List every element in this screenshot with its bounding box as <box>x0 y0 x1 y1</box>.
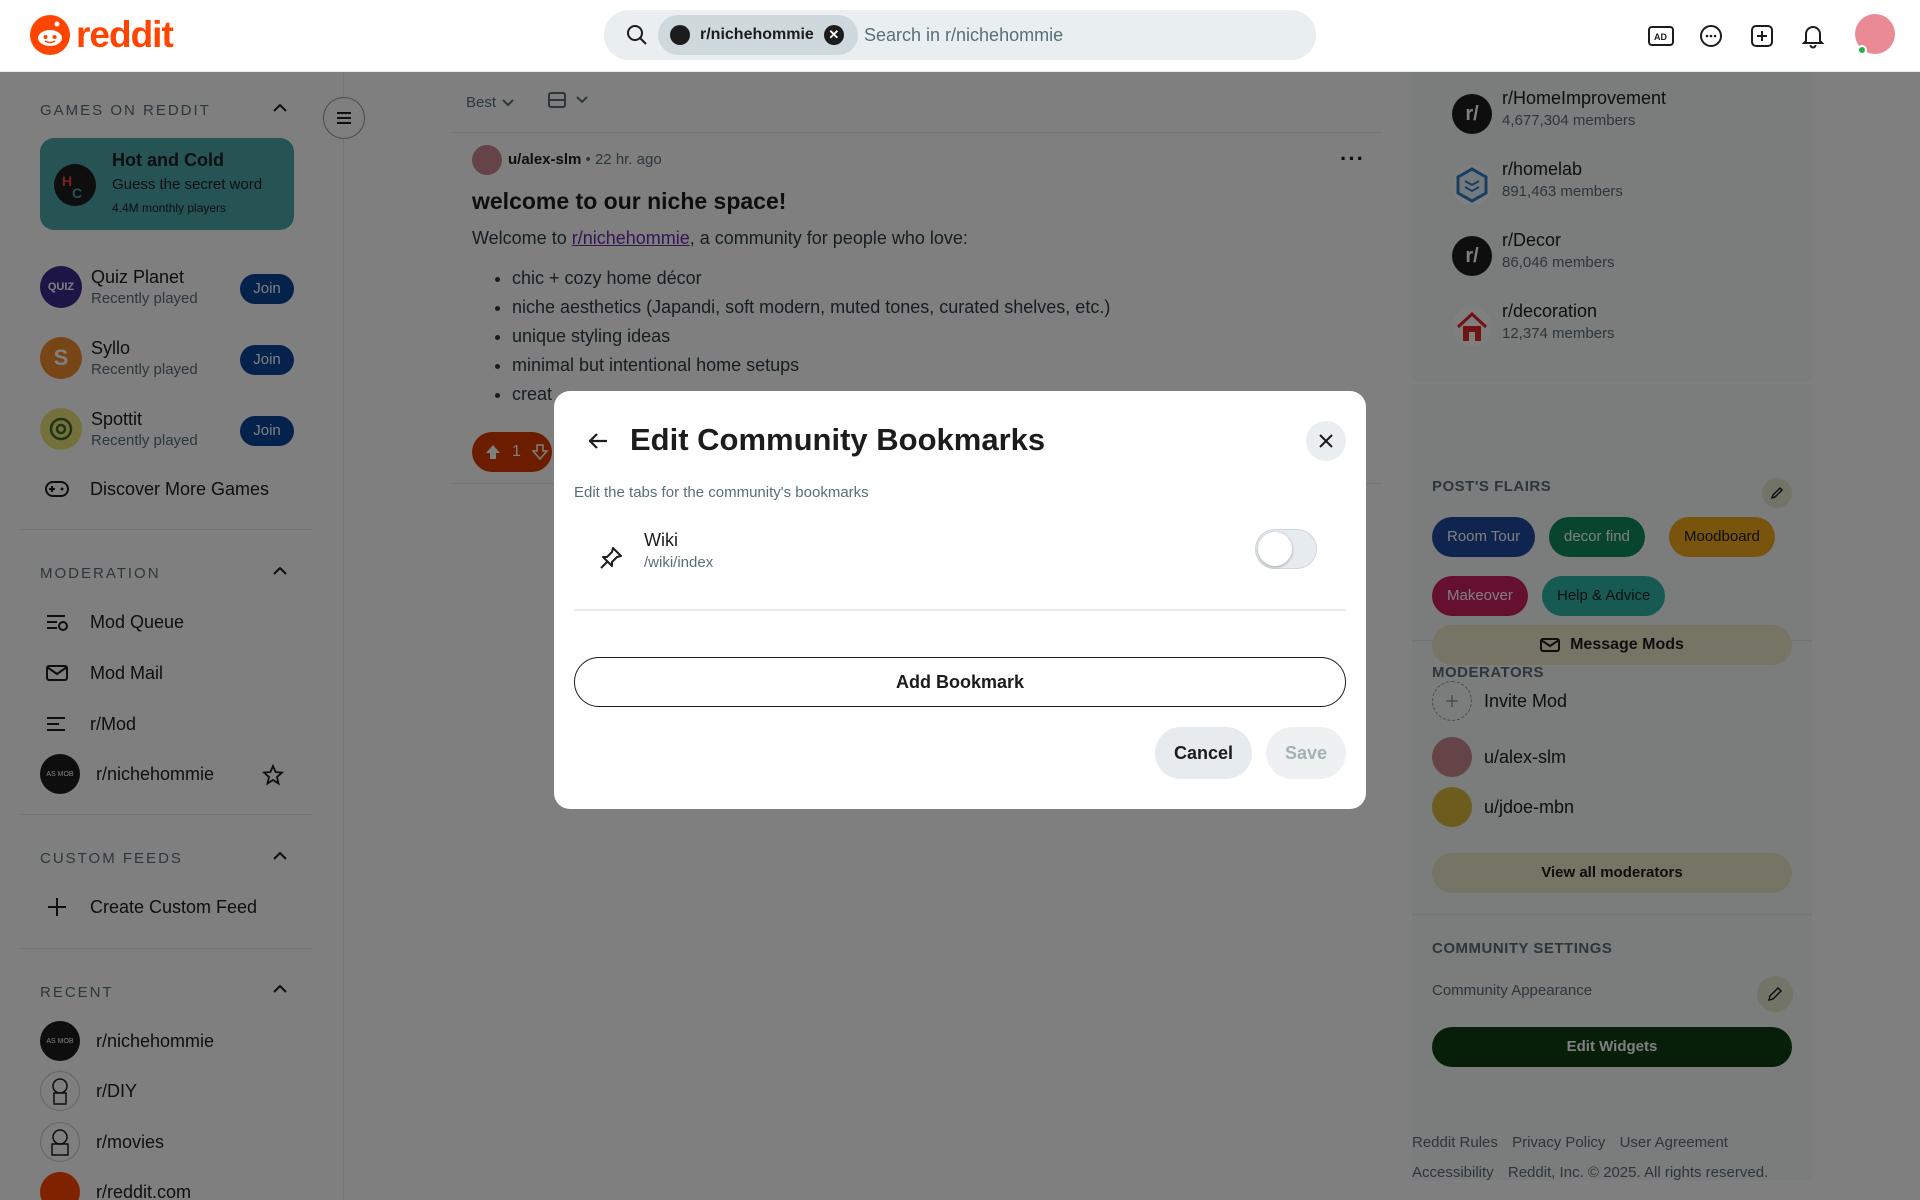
search-chip-label: r/nichehommie <box>700 26 814 43</box>
search-input[interactable]: Search in r/nichehommie <box>864 25 1063 46</box>
toggle-knob <box>1258 532 1292 566</box>
dialog-title: Edit Community Bookmarks <box>630 422 1046 457</box>
pin-icon <box>600 547 622 569</box>
bookmark-toggle[interactable] <box>1255 529 1317 569</box>
edit-bookmarks-dialog: Edit Community Bookmarks Edit the tabs f… <box>554 391 1366 809</box>
back-arrow-icon[interactable] <box>580 423 616 459</box>
search-icon <box>627 25 647 45</box>
cancel-button[interactable]: Cancel <box>1155 727 1252 779</box>
logo-wordmark: reddit <box>76 14 174 55</box>
save-button[interactable]: Save <box>1266 727 1346 779</box>
svg-text:AD: AD <box>1654 32 1667 42</box>
advertise-icon[interactable]: AD <box>1645 20 1677 52</box>
community-avatar-icon <box>670 25 690 45</box>
notifications-icon[interactable] <box>1797 20 1829 52</box>
reddit-logo[interactable]: reddit <box>30 14 174 56</box>
reddit-snoo-icon <box>30 15 70 55</box>
online-status-indicator <box>1857 45 1867 55</box>
search-bar[interactable]: r/nichehommie ✕ Search in r/nichehommie <box>604 10 1316 60</box>
create-post-icon[interactable] <box>1746 20 1778 52</box>
bookmark-name: Wiki <box>644 530 678 550</box>
add-bookmark-button[interactable]: Add Bookmark <box>574 657 1346 707</box>
search-community-chip[interactable]: r/nichehommie ✕ <box>658 15 858 55</box>
dialog-subtitle: Edit the tabs for the community's bookma… <box>574 484 869 501</box>
close-icon[interactable] <box>1306 421 1346 461</box>
bookmark-path: /wiki/index <box>644 554 714 571</box>
chat-icon[interactable] <box>1695 20 1727 52</box>
bookmark-row: Wiki /wiki/index <box>574 521 1346 611</box>
clear-chip-icon[interactable]: ✕ <box>823 25 844 45</box>
top-header: reddit r/nichehommie ✕ Search in r/niche… <box>0 0 1920 72</box>
